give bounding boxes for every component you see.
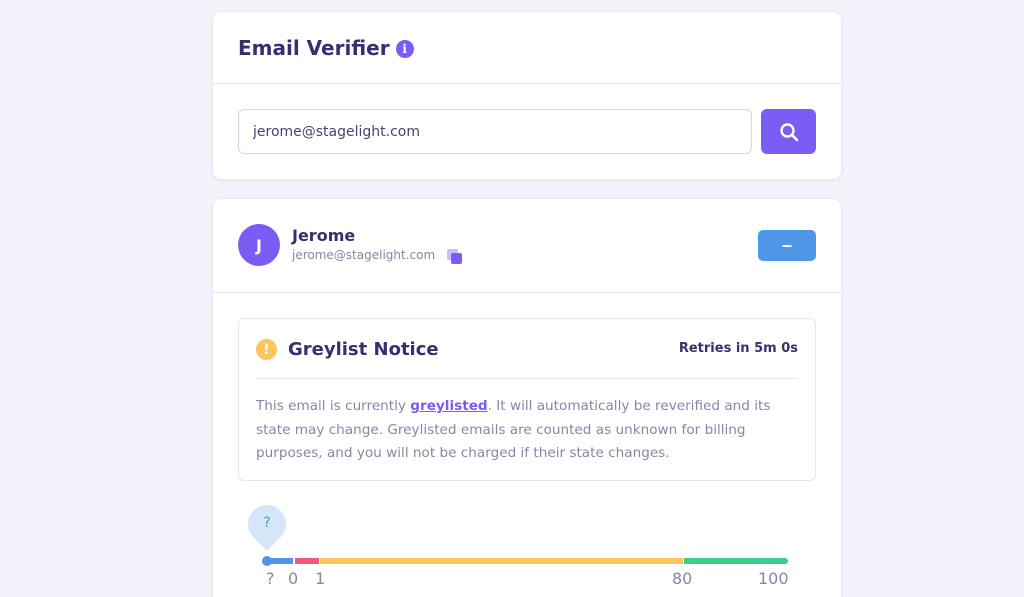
search-icon: [779, 122, 798, 141]
search-row: [238, 109, 816, 154]
score-tick-unknown: ?: [266, 569, 275, 588]
score-tick-1: 1: [315, 569, 326, 588]
info-icon[interactable]: i: [395, 39, 414, 58]
score-segment-low: [295, 558, 319, 564]
retry-countdown: Retries in 5m 0s: [678, 341, 798, 356]
avatar: J: [238, 224, 280, 266]
score-segment-medium: [320, 558, 683, 564]
score-marker-value: ?: [263, 515, 271, 531]
score-tick-100: 100: [758, 569, 789, 588]
email-input[interactable]: [238, 109, 752, 154]
contact-email: jerome@stagelight.com: [292, 248, 436, 262]
warning-icon: !: [256, 339, 277, 360]
verifier-card: Email Verifier i: [213, 12, 841, 179]
greylisted-link[interactable]: greylisted: [410, 398, 487, 414]
score-segment-high: [684, 558, 788, 564]
verifier-header: Email Verifier i: [213, 12, 841, 84]
contact-name: Jerome: [292, 226, 356, 245]
score-tick-80: 80: [672, 569, 693, 588]
score-dot: [262, 556, 272, 566]
copy-icon[interactable]: [446, 248, 464, 266]
score-bar: ? ? 0 1 80 100: [213, 497, 841, 597]
result-card: J Jerome jerome@stagelight.com – ! Greyl…: [213, 199, 841, 597]
notice-title: Greylist Notice: [288, 339, 439, 360]
collapse-button[interactable]: –: [758, 230, 816, 261]
page-title: Email Verifier: [238, 35, 390, 60]
greylist-notice: ! Greylist Notice Retries in 5m 0s This …: [238, 318, 816, 481]
notice-body: This email is currently greylisted. It w…: [256, 395, 796, 466]
notice-body-prefix: This email is currently: [256, 398, 411, 414]
notice-divider: [256, 378, 798, 379]
search-button[interactable]: [761, 109, 816, 154]
score-tick-0: 0: [288, 569, 299, 588]
profile-row: J Jerome jerome@stagelight.com –: [213, 199, 841, 293]
